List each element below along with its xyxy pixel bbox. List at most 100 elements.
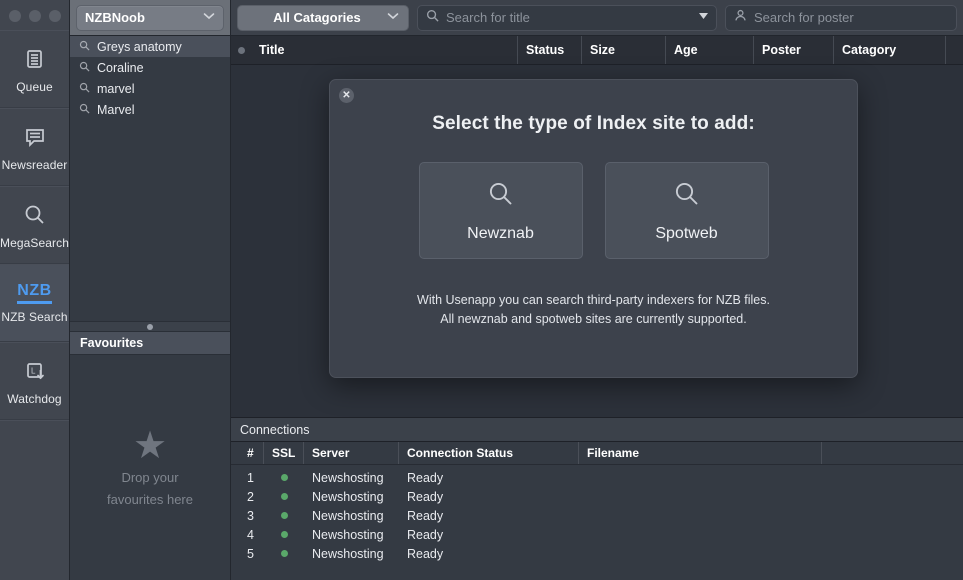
column-header-catagory[interactable]: Catagory	[834, 36, 946, 64]
chevron-down-icon	[203, 12, 215, 23]
chevron-down-icon	[387, 12, 399, 23]
app-window: Queue Newsreader MegaSearch NZB NZB Sear…	[0, 0, 963, 580]
cell-ssl	[264, 550, 304, 557]
favourites-dropzone[interactable]: ★ Drop your favourites here	[70, 355, 230, 580]
split-handle-dot	[147, 323, 153, 330]
sidebar-rail: Queue Newsreader MegaSearch NZB NZB Sear…	[0, 0, 70, 580]
person-icon	[734, 9, 747, 27]
cell-status: Ready	[407, 546, 444, 561]
sidebar-item-label: Watchdog	[7, 392, 62, 406]
list-item-label: marvel	[97, 81, 135, 96]
column-header-age[interactable]: Age	[666, 36, 754, 64]
cell-num: 4	[247, 527, 254, 542]
watchdog-download-icon: L	[20, 356, 50, 386]
cell-server: Newshosting	[312, 508, 384, 523]
sidebar-item-watchdog[interactable]: L Watchdog	[0, 342, 69, 420]
cell-status: Ready	[407, 527, 444, 542]
list-item-label: Coraline	[97, 60, 144, 75]
favourites-empty-line2: favourites here	[107, 491, 193, 507]
list-item[interactable]: Coraline	[70, 57, 230, 78]
dialog-description: With Usenapp you can search third-party …	[417, 291, 770, 330]
sidebar-item-newsreader[interactable]: Newsreader	[0, 108, 69, 186]
spotweb-option-button[interactable]: Spotweb	[604, 162, 769, 259]
panel-split-handle[interactable]	[70, 321, 230, 332]
results-table-header: Title Status Size Age Poster Catagory	[231, 36, 963, 65]
cell-ssl	[264, 493, 304, 500]
table-row[interactable]: 4 Newshosting Ready	[231, 525, 963, 544]
magnifier-icon	[20, 200, 50, 230]
dialog-description-line1: With Usenapp you can search third-party …	[417, 293, 770, 307]
index-type-choices: Newznab Spotweb	[418, 162, 769, 259]
connections-panel: Connections # SSL Server Connection Stat…	[231, 417, 963, 580]
column-header-title[interactable]: Title	[251, 36, 518, 64]
column-header-flag[interactable]	[231, 36, 251, 64]
cell-server: Newshosting	[312, 470, 384, 485]
table-row[interactable]: 1 Newshosting Ready	[231, 468, 963, 487]
cell-server: Newshosting	[312, 527, 384, 542]
speech-bubble-icon	[20, 122, 50, 152]
status-led-icon	[280, 474, 288, 481]
cell-server: Newshosting	[312, 489, 384, 504]
table-row[interactable]: 3 Newshosting Ready	[231, 506, 963, 525]
list-item[interactable]: Greys anatomy	[70, 36, 230, 57]
connections-rows: 1 Newshosting Ready 2 Newshosting Ready …	[231, 465, 963, 580]
column-header-num[interactable]: #	[231, 442, 264, 464]
search-toolbar: All Catagories Search for title Search f…	[231, 0, 963, 36]
cell-ssl	[264, 474, 304, 481]
cell-num: 2	[247, 489, 254, 504]
table-row[interactable]: 5 Newshosting Ready	[231, 544, 963, 563]
triangle-down-icon[interactable]	[699, 13, 708, 22]
queue-list-icon	[20, 44, 50, 74]
cell-status: Ready	[407, 489, 444, 504]
column-header-server[interactable]: Server	[304, 442, 399, 464]
status-led-icon	[280, 512, 288, 519]
minimize-window-button[interactable]	[29, 10, 41, 22]
table-row[interactable]: 2 Newshosting Ready	[231, 487, 963, 506]
sidebar-item-queue[interactable]: Queue	[0, 30, 69, 108]
search-input[interactable]: Search for title	[417, 4, 717, 31]
list-item-label: Marvel	[97, 102, 135, 117]
newznab-option-label: Newznab	[467, 224, 534, 242]
close-icon[interactable]: ✕	[339, 88, 354, 103]
saved-search-list: Greys anatomy Coraline marvel Marvel	[70, 36, 230, 120]
list-item[interactable]: marvel	[70, 78, 230, 99]
status-led-icon	[280, 531, 288, 538]
zoom-window-button[interactable]	[49, 10, 61, 22]
column-header-status[interactable]: Status	[518, 36, 582, 64]
search-icon	[79, 40, 90, 54]
close-window-button[interactable]	[9, 10, 21, 22]
column-header-spacer	[822, 442, 963, 464]
column-header-ssl[interactable]: SSL	[264, 442, 304, 464]
search-icon	[426, 9, 439, 27]
sidebar-item-label: NZB Search	[1, 309, 68, 324]
dialog-title: Select the type of Index site to add:	[432, 113, 755, 134]
sidebar-item-megasearch[interactable]: MegaSearch	[0, 186, 69, 264]
star-icon: ★	[132, 424, 168, 467]
column-header-filename[interactable]: Filename	[579, 442, 822, 464]
dialog-description-line2: All newznab and spotweb sites are curren…	[440, 312, 747, 327]
nzb-icon: NZB	[17, 282, 52, 304]
category-dropdown-value: All Catagories	[273, 10, 361, 25]
category-dropdown[interactable]: All Catagories	[237, 4, 409, 31]
flag-dot-icon	[237, 46, 245, 54]
magnifier-icon	[672, 179, 702, 214]
add-index-site-dialog: ✕ Select the type of Index site to add: …	[329, 79, 858, 378]
saved-search-empty-space	[70, 120, 230, 321]
connections-table-header: # SSL Server Connection Status Filename	[231, 442, 963, 465]
column-header-connection-status[interactable]: Connection Status	[399, 442, 579, 464]
poster-search-input[interactable]: Search for poster	[725, 4, 957, 31]
profile-combo[interactable]: NZBNoob	[76, 4, 224, 31]
sidebar-item-label: Queue	[16, 80, 53, 94]
column-header-size[interactable]: Size	[582, 36, 666, 64]
status-led-icon	[280, 550, 288, 557]
sidebar-item-label: Newsreader	[1, 158, 68, 172]
sidebar-item-nzb-search[interactable]: NZB NZB Search	[0, 264, 69, 342]
list-item[interactable]: Marvel	[70, 99, 230, 120]
cell-ssl	[264, 531, 304, 538]
cell-status: Ready	[407, 470, 444, 485]
saved-search-panel: NZBNoob Greys anatomy Coraline marvel Ma…	[70, 0, 231, 580]
search-icon	[79, 103, 90, 117]
window-controls[interactable]	[9, 10, 61, 22]
column-header-poster[interactable]: Poster	[754, 36, 834, 64]
newznab-option-button[interactable]: Newznab	[418, 162, 583, 259]
